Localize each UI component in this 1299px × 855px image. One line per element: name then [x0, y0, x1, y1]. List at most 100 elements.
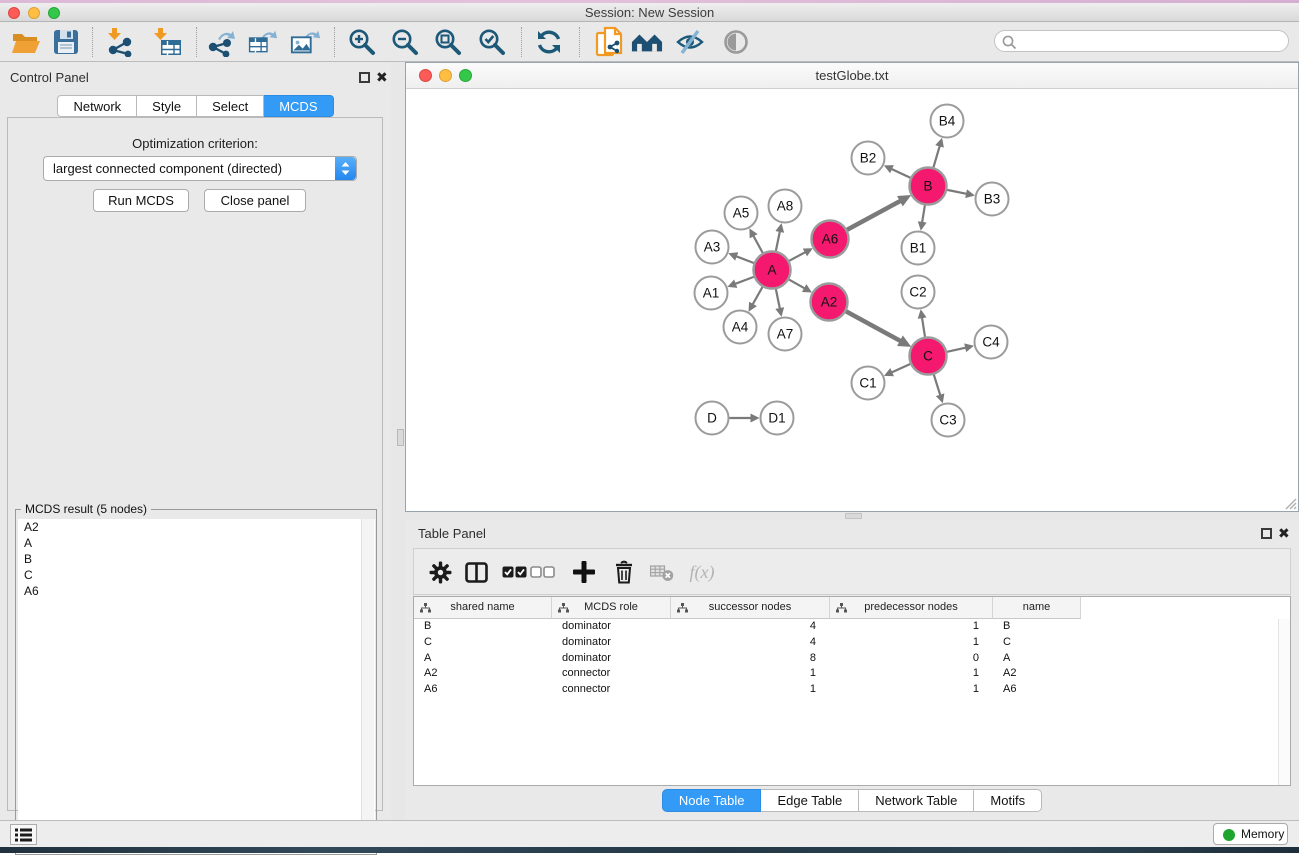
memory-button[interactable]: Memory [1213, 823, 1288, 845]
delete-column-button[interactable] [610, 558, 638, 586]
table-cell[interactable]: B [414, 619, 552, 635]
edge-A-A7[interactable] [776, 289, 780, 308]
refresh-button[interactable] [533, 26, 565, 58]
table-cell[interactable]: connector [552, 666, 671, 682]
table-cell[interactable]: A [414, 651, 552, 667]
edge-B-B2[interactable] [892, 169, 911, 178]
node-A5[interactable]: A5 [725, 197, 758, 230]
mcds-result-item[interactable]: C [18, 567, 375, 583]
column-header-name[interactable]: name [993, 597, 1081, 619]
table-cell[interactable]: A [993, 651, 1081, 667]
show-graphics-details-button[interactable] [720, 26, 752, 58]
zoom-fit-button[interactable] [432, 26, 464, 58]
export-table-button[interactable] [247, 26, 279, 58]
edge-B-B3[interactable] [947, 190, 966, 194]
network-canvas[interactable]: B4B2BB3A8A5A6A3B1AA1C2A2A4A7C4CC1DD1C3 [406, 89, 1298, 511]
tab-node-table[interactable]: Node Table [662, 789, 762, 812]
tab-network[interactable]: Network [57, 95, 137, 117]
node-B[interactable]: B [910, 168, 947, 205]
node-C2[interactable]: C2 [902, 276, 935, 309]
tab-mcds[interactable]: MCDS [264, 95, 333, 117]
table-cell[interactable]: C [414, 635, 552, 651]
table-cell[interactable]: A2 [993, 666, 1081, 682]
table-cell[interactable]: dominator [552, 635, 671, 651]
node-A2[interactable]: A2 [811, 284, 848, 321]
table-cell[interactable]: A6 [993, 682, 1081, 698]
node-A8[interactable]: A8 [769, 190, 802, 223]
node-C[interactable]: C [910, 338, 947, 375]
node-C4[interactable]: C4 [975, 326, 1008, 359]
column-header-predecessor-nodes[interactable]: predecessor nodes [830, 597, 993, 619]
column-settings-button[interactable] [426, 558, 454, 586]
edge-A-A4[interactable] [753, 287, 763, 304]
add-column-button[interactable] [570, 558, 598, 586]
table-cell[interactable]: dominator [552, 651, 671, 667]
export-image-button[interactable] [290, 26, 322, 58]
node-A1[interactable]: A1 [695, 277, 728, 310]
show-column-panel-button[interactable] [462, 558, 490, 586]
table-row[interactable]: A2connector11A2 [414, 666, 1290, 682]
node-C1[interactable]: C1 [852, 367, 885, 400]
copy-network-button[interactable] [594, 26, 626, 58]
close-panel-icon[interactable]: ✖ [376, 69, 388, 86]
float-panel-icon[interactable] [1261, 528, 1272, 539]
node-A3[interactable]: A3 [696, 231, 729, 264]
table-scrollbar[interactable] [1278, 619, 1290, 785]
edge-A-A5[interactable] [753, 236, 762, 253]
table-cell[interactable]: B [993, 619, 1081, 635]
table-cell[interactable]: 1 [671, 682, 830, 698]
table-cell[interactable]: A2 [414, 666, 552, 682]
criterion-select[interactable]: largest connected component (directed) [43, 156, 357, 181]
tab-select[interactable]: Select [197, 95, 264, 117]
column-header-shared-name[interactable]: shared name [414, 597, 552, 619]
select-all-columns-button[interactable] [500, 558, 528, 586]
edge-B-B4[interactable] [933, 146, 939, 167]
hide-graphics-details-button[interactable] [674, 26, 706, 58]
table-cell[interactable]: 4 [671, 635, 830, 651]
table-row[interactable]: Bdominator41B [414, 619, 1290, 635]
table-cell[interactable]: 0 [830, 651, 993, 667]
edge-A6-B[interactable] [847, 201, 900, 230]
zoom-selected-button[interactable] [476, 26, 508, 58]
column-header-MCDS-role[interactable]: MCDS role [552, 597, 671, 619]
mcds-result-scrollbar[interactable] [361, 519, 374, 853]
home-view-button[interactable] [631, 26, 663, 58]
mcds-result-item[interactable]: B [18, 551, 375, 567]
edge-C-C2[interactable] [922, 318, 925, 337]
mcds-result-item[interactable]: A2 [18, 519, 375, 535]
table-cell[interactable]: 4 [671, 619, 830, 635]
table-cell[interactable]: 1 [830, 619, 993, 635]
node-A6[interactable]: A6 [812, 221, 849, 258]
edge-A-A8[interactable] [776, 231, 780, 250]
import-table-button[interactable] [150, 26, 182, 58]
edge-C-C4[interactable] [947, 348, 966, 352]
open-session-button[interactable] [10, 26, 42, 58]
edge-A-A2[interactable] [789, 280, 805, 289]
task-history-button[interactable] [10, 824, 37, 845]
node-A4[interactable]: A4 [724, 311, 757, 344]
node-B2[interactable]: B2 [852, 142, 885, 175]
float-panel-icon[interactable] [359, 72, 370, 83]
edge-A-A6[interactable] [789, 252, 805, 261]
table-cell[interactable]: C [993, 635, 1081, 651]
import-network-button[interactable] [104, 26, 136, 58]
table-cell[interactable]: 1 [671, 666, 830, 682]
node-C3[interactable]: C3 [932, 404, 965, 437]
edge-A-A1[interactable] [735, 277, 753, 284]
node-B4[interactable]: B4 [931, 105, 964, 138]
table-cell[interactable]: connector [552, 682, 671, 698]
column-header-successor-nodes[interactable]: successor nodes [671, 597, 830, 619]
mcds-result-item[interactable]: A6 [18, 583, 375, 599]
table-cell[interactable]: 8 [671, 651, 830, 667]
select-stepper[interactable] [335, 157, 356, 180]
node-B3[interactable]: B3 [976, 183, 1009, 216]
edge-A-A3[interactable] [736, 256, 754, 263]
edge-A2-C[interactable] [846, 311, 900, 341]
table-cell[interactable]: dominator [552, 619, 671, 635]
edge-C-C1[interactable] [892, 364, 911, 372]
unselect-all-columns-button[interactable] [528, 558, 556, 586]
tab-motifs[interactable]: Motifs [974, 789, 1042, 812]
run-mcds-button[interactable]: Run MCDS [93, 189, 189, 212]
window-resize-grip[interactable] [1282, 495, 1297, 510]
node-D1[interactable]: D1 [761, 402, 794, 435]
